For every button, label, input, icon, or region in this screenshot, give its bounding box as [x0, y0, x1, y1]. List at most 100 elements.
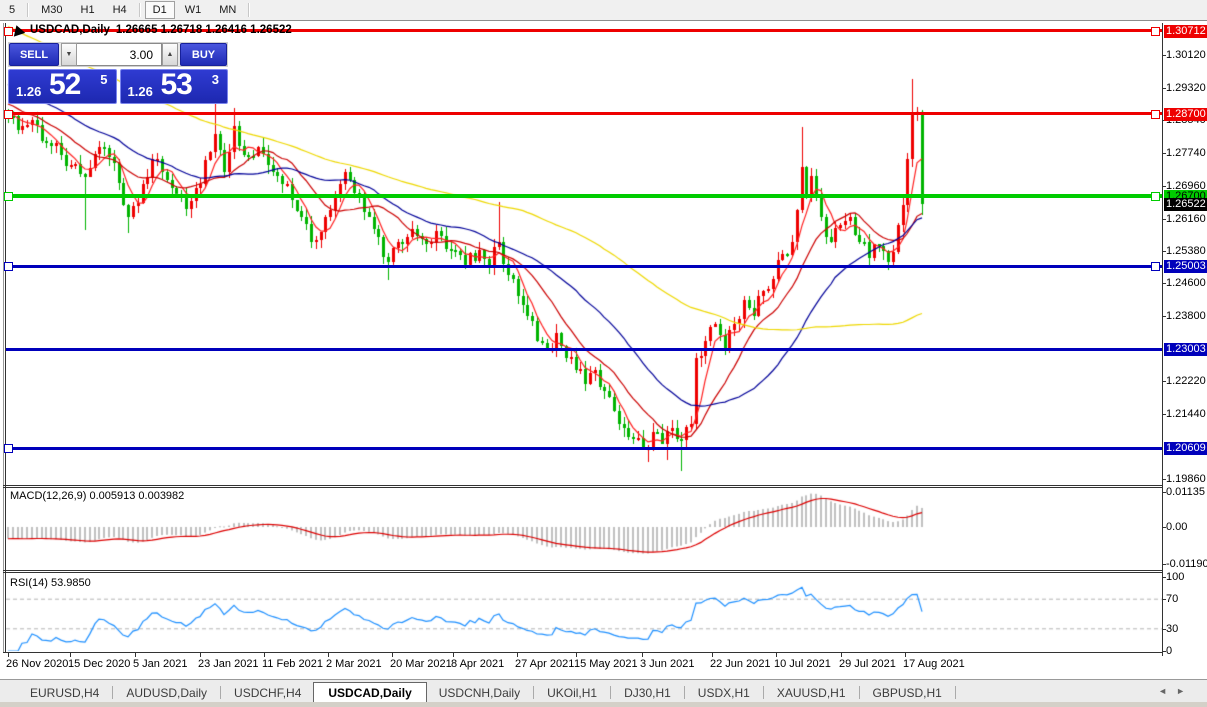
pane-splitter[interactable] — [3, 652, 1163, 653]
date-label: 29 Jul 2021 — [839, 658, 896, 670]
sell-price-prefix: 1.26 — [16, 84, 42, 99]
sell-price-main: 52 — [49, 68, 81, 101]
buy-price-main: 53 — [160, 68, 193, 101]
tf-button-h4[interactable]: H4 — [105, 1, 135, 19]
timeframe-toolbar: 5 M30 H1 H4 D1 W1 MN — [0, 0, 1207, 20]
tab-usdcad-daily[interactable]: USDCAD,Daily — [313, 682, 427, 703]
symbol-tab-bar: EURUSD,H4 AUDUSD,Daily USDCHF,H4 USDCAD,… — [0, 679, 1207, 703]
date-tick — [576, 652, 577, 657]
tab-gbpusd-h1[interactable]: GBPUSD,H1 — [861, 683, 954, 703]
sell-button[interactable]: SELL — [9, 43, 59, 66]
tab-separator — [112, 686, 114, 699]
date-tick — [264, 652, 265, 657]
tab-separator — [610, 686, 612, 699]
tab-usdcnh-daily[interactable]: USDCNH,Daily — [427, 683, 532, 703]
price-tick-label: 1.21440 — [1166, 408, 1206, 420]
tab-dj30-h1[interactable]: DJ30,H1 — [612, 683, 683, 703]
price-line-tag: 1.30712 — [1164, 25, 1207, 38]
hline-1.23003[interactable] — [6, 348, 1162, 351]
tf-button-m5[interactable]: 5 — [1, 1, 23, 19]
tab-separator — [858, 686, 860, 699]
hline-anchor-handle[interactable] — [1151, 262, 1160, 271]
sell-price-pip: 5 — [100, 72, 108, 87]
hline-1.287[interactable] — [6, 112, 1162, 115]
hline-1.267[interactable] — [6, 194, 1162, 198]
pane-splitter[interactable] — [3, 570, 1163, 571]
date-tick — [841, 652, 842, 657]
rsi-tick-label: 100 — [1166, 571, 1185, 583]
hline-1.20609[interactable] — [6, 447, 1162, 450]
date-label: 15 Dec 2020 — [68, 658, 131, 670]
date-tick — [328, 652, 329, 657]
date-tick — [453, 652, 454, 657]
volume-input[interactable] — [77, 43, 162, 66]
hline-anchor-handle[interactable] — [4, 192, 13, 201]
tab-separator — [683, 686, 685, 699]
tab-audusd-daily[interactable]: AUDUSD,Daily — [114, 683, 219, 703]
macd-tick-label: -0.01190 — [1166, 558, 1207, 570]
chart-ohlc-readout: 1.26665 1.26718 1.26416 1.26522 — [115, 24, 292, 36]
current-price-tag: 1.26522 — [1164, 198, 1207, 211]
date-label: 15 May 2021 — [574, 658, 638, 670]
hline-anchor-handle[interactable] — [1151, 27, 1160, 36]
date-label: 17 Aug 2021 — [903, 658, 965, 670]
price-tick-label: 1.26160 — [1166, 213, 1206, 225]
rsi-label: RSI(14) 53.9850 — [10, 577, 91, 589]
sell-price-box[interactable]: 1.26 52 5 — [8, 68, 117, 104]
tab-ukoil-h1[interactable]: UKOil,H1 — [535, 683, 609, 703]
date-label: 2 Mar 2021 — [326, 658, 382, 670]
price-tick-label: 1.27740 — [1166, 147, 1206, 159]
tab-xauusd-h1[interactable]: XAUUSD,H1 — [765, 683, 858, 703]
tab-separator — [762, 686, 764, 699]
tab-usdchf-h4[interactable]: USDCHF,H4 — [222, 683, 313, 703]
hline-anchor-handle[interactable] — [4, 444, 13, 453]
hline-anchor-handle[interactable] — [4, 262, 13, 271]
hline-anchor-handle[interactable] — [1151, 110, 1160, 119]
pane-splitter[interactable] — [3, 485, 1163, 486]
date-label: 10 Jul 2021 — [774, 658, 831, 670]
date-label: 22 Jun 2021 — [710, 658, 771, 670]
tf-button-mn[interactable]: MN — [211, 1, 244, 19]
hline-anchor-handle[interactable] — [4, 110, 13, 119]
tab-usdx-h1[interactable]: USDX,H1 — [686, 683, 762, 703]
date-label: 11 Feb 2021 — [262, 658, 323, 670]
pane-splitter[interactable] — [3, 487, 1163, 488]
price-tick-label: 1.24600 — [1166, 277, 1206, 289]
tf-button-d1[interactable]: D1 — [144, 1, 175, 19]
order-controls-row: SELL ▼ ▲ BUY — [8, 42, 228, 67]
macd-label: MACD(12,26,9) 0.005913 0.003982 — [10, 490, 185, 502]
price-line-tag: 1.25003 — [1164, 260, 1207, 273]
order-prices-row: 1.26 52 5 1.26 53 3 — [8, 68, 228, 104]
volume-up-button[interactable]: ▲ — [162, 43, 178, 66]
tab-scroll-right-icon[interactable]: ► — [1176, 686, 1185, 696]
tf-button-h1[interactable]: H1 — [73, 1, 103, 19]
tab-separator — [954, 686, 956, 699]
volume-up-icon: ▲ — [166, 51, 174, 58]
tab-separator — [220, 686, 222, 699]
buy-price-box[interactable]: 1.26 53 3 — [119, 68, 228, 104]
buy-button[interactable]: BUY — [180, 43, 227, 66]
tab-separator — [533, 686, 535, 699]
price-chart-canvas[interactable] — [0, 0, 1207, 707]
date-label: 5 Jan 2021 — [133, 658, 188, 670]
volume-down-button[interactable]: ▼ — [61, 43, 77, 66]
date-tick — [200, 652, 201, 657]
tab-scroll-left-icon[interactable]: ◄ — [1158, 686, 1167, 696]
date-tick — [70, 652, 71, 657]
price-tick-label: 1.19860 — [1166, 473, 1206, 485]
pane-splitter[interactable] — [3, 572, 1163, 573]
tf-button-m30[interactable]: M30 — [33, 1, 70, 19]
tf-button-w1[interactable]: W1 — [177, 1, 210, 19]
tab-eurusd-h4[interactable]: EURUSD,H4 — [18, 683, 111, 703]
hline-anchor-handle[interactable] — [1151, 192, 1160, 201]
chart-symbol-period: USDCAD,Daily — [30, 24, 110, 36]
date-tick — [392, 652, 393, 657]
toolbar-separator — [138, 3, 141, 17]
hline-1.25003[interactable] — [6, 265, 1162, 268]
price-tick-label: 1.25380 — [1166, 245, 1206, 257]
buy-price-pip: 3 — [211, 72, 219, 87]
price-tick-label: 1.23800 — [1166, 310, 1206, 322]
one-click-trading-panel: SELL ▼ ▲ BUY 1.26 52 5 1.26 53 3 — [8, 42, 228, 104]
date-tick — [8, 652, 9, 657]
date-tick — [135, 652, 136, 657]
